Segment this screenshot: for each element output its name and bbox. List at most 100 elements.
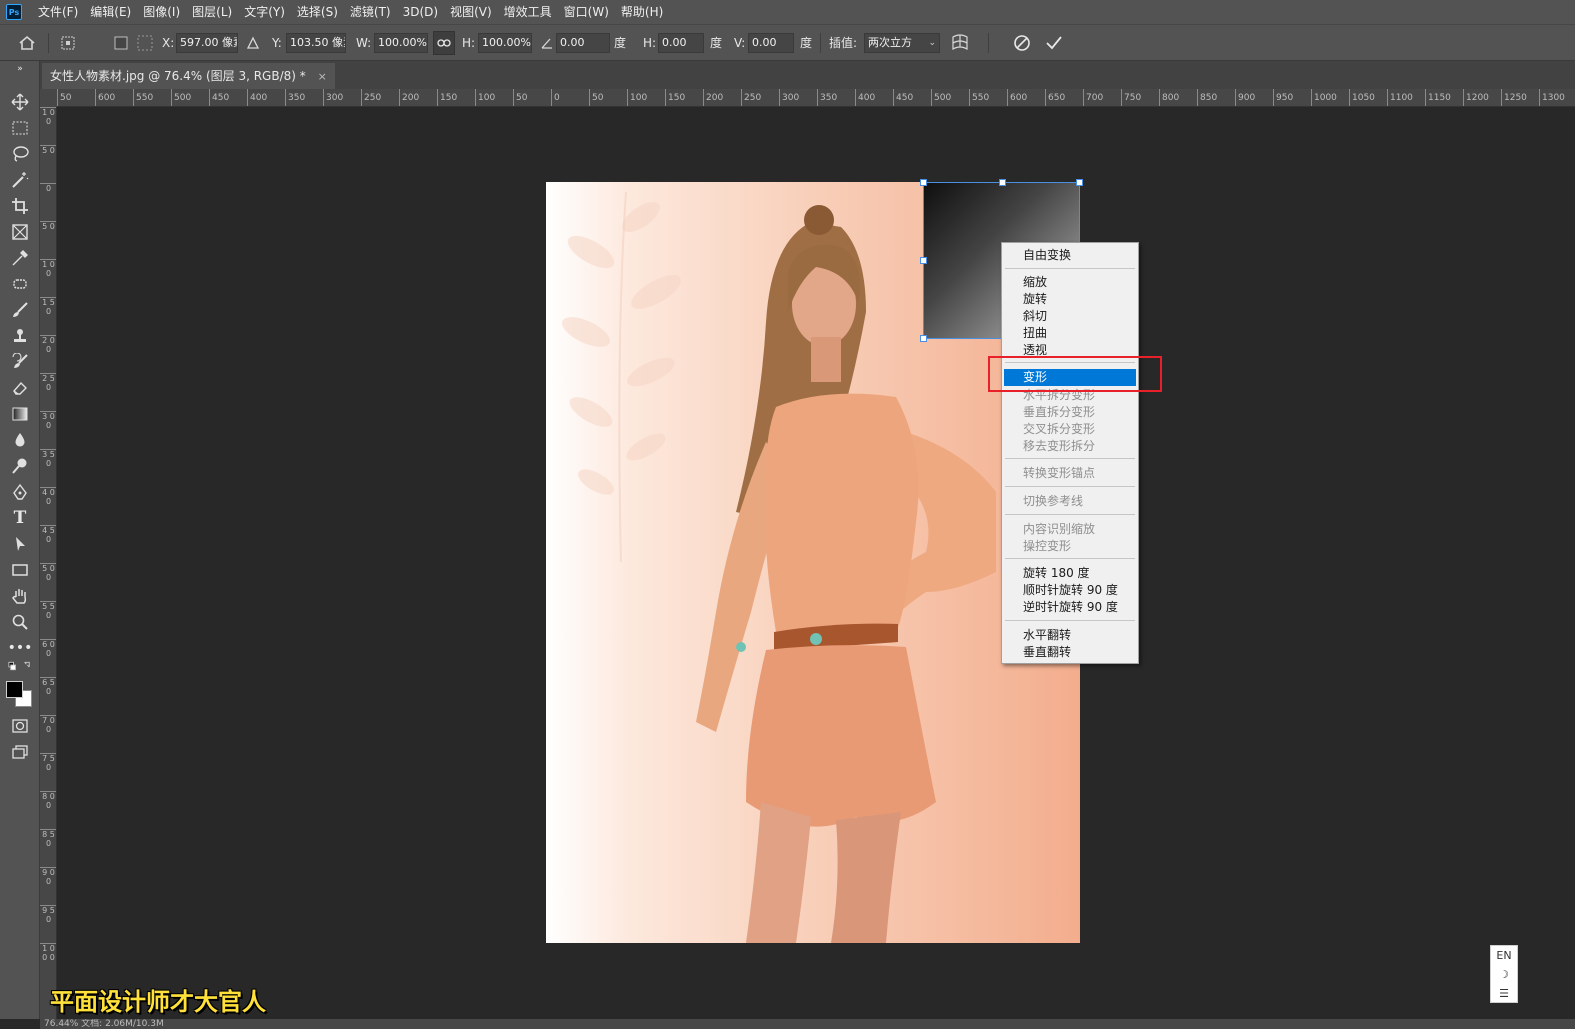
document-tab[interactable]: 女性人物素材.jpg @ 76.4% (图层 3, RGB/8) * × xyxy=(42,63,335,89)
dodge-tool-icon[interactable] xyxy=(8,455,32,477)
context-menu-item[interactable]: 扭曲 xyxy=(1004,325,1136,342)
ruler-tick-label: 1 0 0 0 xyxy=(40,943,56,981)
menu-item[interactable]: 视图(V) xyxy=(444,0,498,24)
rotation-angle-input[interactable]: 0.00 xyxy=(556,33,610,53)
pen-tool-icon[interactable] xyxy=(8,481,32,503)
close-icon[interactable]: × xyxy=(318,70,327,83)
hand-tool-icon[interactable] xyxy=(8,585,32,607)
warp-mode-icon[interactable] xyxy=(950,25,970,61)
ime-language[interactable]: EN xyxy=(1491,946,1517,965)
blur-tool-icon[interactable] xyxy=(8,429,32,451)
menu-item[interactable]: 文件(F) xyxy=(32,0,84,24)
reference-point-grid-icon[interactable] xyxy=(136,25,154,61)
more-tools-icon[interactable]: ••• xyxy=(8,637,33,659)
ruler-tick-label: 4 5 0 xyxy=(40,525,56,563)
menu-item[interactable]: 图层(L) xyxy=(186,0,238,24)
eraser-tool-icon[interactable] xyxy=(8,377,32,399)
marquee-tool-icon[interactable] xyxy=(8,117,32,139)
skew-v-input[interactable]: 0.00 xyxy=(748,33,794,53)
context-menu-item[interactable]: 自由变换 xyxy=(1004,247,1136,264)
rectangle-tool-icon[interactable] xyxy=(8,559,32,581)
expand-panel-icon[interactable]: » xyxy=(8,63,32,75)
foreground-color-swatch[interactable] xyxy=(6,681,23,698)
skew-h-unit: 度 xyxy=(710,36,723,50)
menu-item[interactable]: 编辑(E) xyxy=(84,0,137,24)
context-menu-item[interactable]: 逆时针旋转 90 度 xyxy=(1004,599,1136,616)
move-tool-icon[interactable] xyxy=(8,91,32,113)
spot-healing-tool-icon[interactable] xyxy=(8,273,32,295)
ime-indicator[interactable]: EN ☽ ☰ xyxy=(1490,945,1518,1003)
clone-stamp-tool-icon[interactable] xyxy=(8,325,32,347)
screen-mode-icon[interactable] xyxy=(8,741,32,763)
transform-handle-left[interactable] xyxy=(920,257,927,264)
transform-reference-icon[interactable] xyxy=(58,25,78,61)
gradient-tool-icon[interactable] xyxy=(8,403,32,425)
context-menu-item: 垂直拆分变形 xyxy=(1023,405,1096,419)
magic-wand-tool-icon[interactable] xyxy=(8,169,32,191)
menu-item[interactable]: 选择(S) xyxy=(291,0,344,24)
menu-icon[interactable]: ☰ xyxy=(1491,984,1517,1003)
quick-mask-icon[interactable] xyxy=(8,715,32,737)
context-menu-item[interactable]: 旋转 xyxy=(1004,291,1136,308)
commit-transform-icon[interactable] xyxy=(1045,25,1063,61)
ruler-tick-label: 150 xyxy=(437,89,457,106)
context-menu-item[interactable]: 斜切 xyxy=(1004,308,1136,325)
vertical-ruler[interactable]: 1 0 05 005 01 0 01 5 02 0 02 5 03 0 03 5… xyxy=(40,107,57,1019)
home-icon[interactable] xyxy=(18,25,36,61)
menu-item[interactable]: 增效工具 xyxy=(498,0,558,24)
link-chain-icon[interactable] xyxy=(433,31,455,55)
ruler-tick-label: 5 5 0 xyxy=(40,601,56,639)
width-input[interactable]: 100.00% xyxy=(374,33,428,53)
context-menu-item[interactable]: 水平翻转 xyxy=(1004,627,1136,644)
menu-item[interactable]: 滤镜(T) xyxy=(344,0,397,24)
context-menu-separator xyxy=(1005,486,1135,487)
canvas-area[interactable] xyxy=(57,107,1575,1019)
context-menu-item[interactable]: 旋转 180 度 xyxy=(1004,565,1136,582)
transform-handle-bottom-left[interactable] xyxy=(920,335,927,342)
menu-item[interactable]: 文字(Y) xyxy=(238,0,291,24)
menu-item[interactable]: 窗口(W) xyxy=(558,0,615,24)
height-input[interactable]: 100.00% xyxy=(478,33,532,53)
eyedropper-tool-icon[interactable] xyxy=(8,247,32,269)
context-menu-item: 切换参考线 xyxy=(1023,494,1084,508)
cancel-transform-icon[interactable] xyxy=(1013,25,1031,61)
skew-h-input[interactable]: 0.00 xyxy=(658,33,704,53)
horizontal-ruler[interactable]: 50 600 550 500 450 400 350 300 250 200 150 100 50 0 50… xyxy=(57,89,1575,107)
transform-handle-top[interactable] xyxy=(999,179,1006,186)
ruler-tick-label: 600 xyxy=(95,89,115,106)
context-menu-item[interactable]: 缩放 xyxy=(1004,274,1136,291)
menu-item[interactable]: 图像(I) xyxy=(137,0,186,24)
history-brush-tool-icon[interactable] xyxy=(8,351,32,373)
reference-point-checkbox[interactable] xyxy=(114,25,128,61)
document-tab-bar: 女性人物素材.jpg @ 76.4% (图层 3, RGB/8) * × xyxy=(40,61,1575,89)
lasso-tool-icon[interactable] xyxy=(8,143,32,165)
zoom-tool-icon[interactable] xyxy=(8,611,32,633)
context-menu-separator xyxy=(1005,268,1135,269)
menu-item[interactable]: 帮助(H) xyxy=(615,0,669,24)
interpolation-select[interactable]: 两次立方 ⌄ xyxy=(864,33,940,53)
moon-icon[interactable]: ☽ xyxy=(1491,965,1517,984)
ruler-tick-label: 1 0 0 xyxy=(40,107,56,145)
y-position-input[interactable]: 103.50 像素 xyxy=(286,33,346,53)
crop-tool-icon[interactable] xyxy=(8,195,32,217)
brush-tool-icon[interactable] xyxy=(8,299,32,321)
ruler-tick-label: 700 xyxy=(1083,89,1103,106)
ruler-tick-label: 3 0 0 xyxy=(40,411,56,449)
type-tool-icon[interactable]: T xyxy=(8,507,32,529)
frame-tool-icon[interactable] xyxy=(8,221,32,243)
x-position-input[interactable]: 597.00 像素 xyxy=(176,33,238,53)
context-menu-item: 内容识别缩放 xyxy=(1023,522,1096,536)
path-selection-tool-icon[interactable] xyxy=(8,533,32,555)
context-menu-item[interactable]: 垂直翻转 xyxy=(1004,644,1136,661)
swap-colors-icon[interactable] xyxy=(8,659,32,673)
relative-position-icon[interactable] xyxy=(246,25,260,61)
ruler-tick-label: 1000 xyxy=(1311,89,1337,106)
ruler-corner[interactable] xyxy=(40,89,57,107)
ruler-tick-label: 1050 xyxy=(1349,89,1375,106)
menu-item[interactable]: 3D(D) xyxy=(397,0,444,24)
context-menu-item[interactable]: 顺时针旋转 90 度 xyxy=(1004,582,1136,599)
ruler-tick-label: 600 xyxy=(1007,89,1027,106)
transform-handle-top-left[interactable] xyxy=(920,179,927,186)
x-label: X: xyxy=(162,36,175,50)
transform-handle-top-right[interactable] xyxy=(1076,179,1083,186)
